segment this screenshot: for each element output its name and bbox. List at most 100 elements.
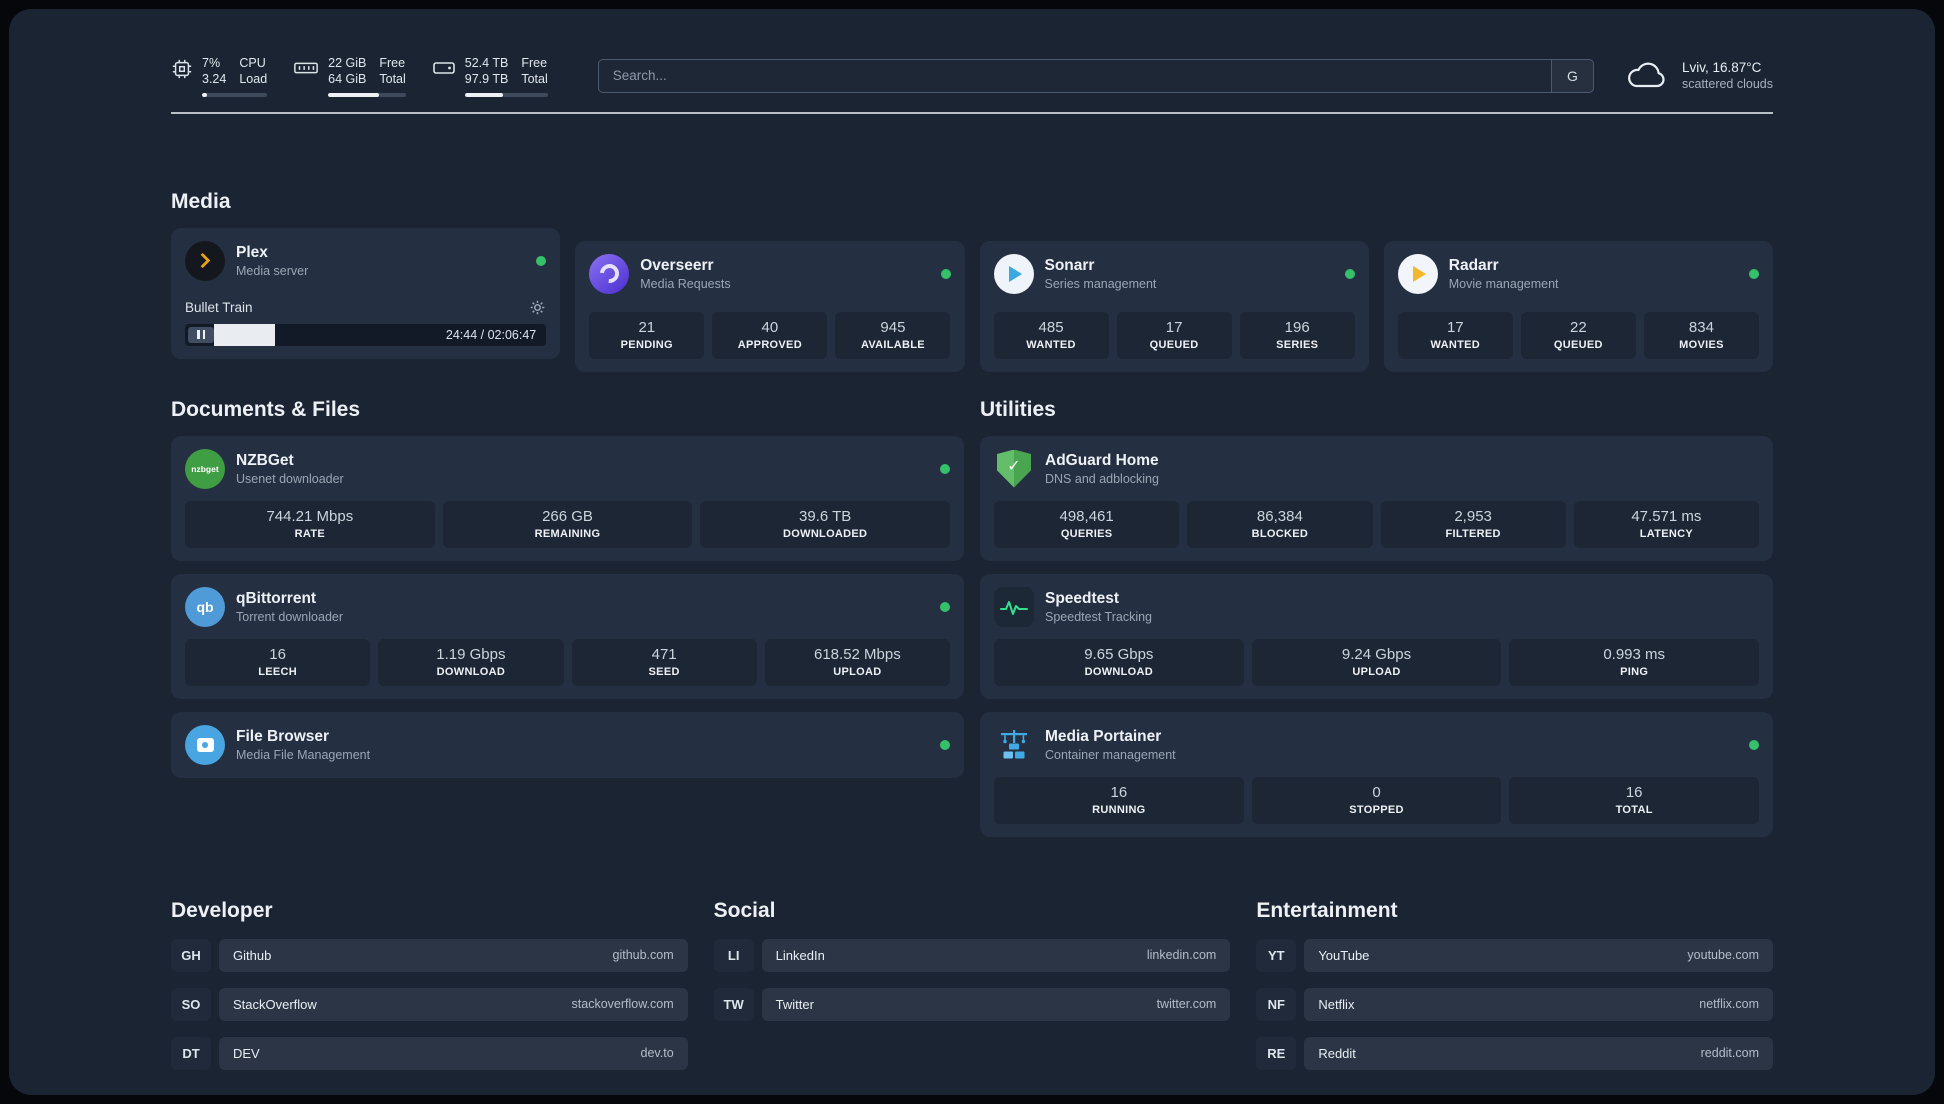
portainer-icon	[994, 725, 1034, 765]
app-name: Plex	[236, 243, 268, 261]
app-card-sonarr[interactable]: Sonarr Series management 485 WANTED 17 Q…	[979, 240, 1369, 372]
stat-label: DOWNLOADED	[783, 527, 868, 540]
bookmark-reddit[interactable]: RE Reddit reddit.com	[1256, 1036, 1773, 1070]
status-dot	[1749, 739, 1759, 750]
app-card-portainer[interactable]: Media Portainer Container management 16 …	[980, 711, 1773, 837]
stat-value: 1.19 Gbps	[436, 645, 506, 663]
weather-condition: scattered clouds	[1681, 77, 1773, 92]
stat-label: QUEUED	[1553, 338, 1603, 351]
bookmark-youtube[interactable]: YT YouTube youtube.com	[1256, 938, 1773, 972]
card-header: nzbget NZBGet Usenet downloader	[185, 448, 950, 489]
app-name: Sonarr	[1044, 256, 1095, 274]
bookmark-github[interactable]: GH Github github.com	[171, 938, 688, 972]
app-card-filebrowser[interactable]: File Browser Media File Management	[171, 711, 964, 778]
gear-icon	[530, 300, 545, 314]
bookmark-pill: Github github.com	[219, 938, 688, 972]
now-playing-title: Bullet Train	[185, 299, 253, 315]
bookmark-name: LinkedIn	[775, 947, 825, 963]
app-card-radarr[interactable]: Radarr Movie management 17 WANTED 22 QUE…	[1383, 240, 1773, 372]
bookmark-url: youtube.com	[1687, 948, 1759, 962]
stat-value: 21	[638, 318, 656, 336]
player-settings-button[interactable]	[529, 299, 546, 316]
app-desc: Speedtest Tracking	[1045, 609, 1153, 624]
stat-remaining: 266 GB REMAINING	[442, 500, 693, 548]
stat-upload: 9.24 Gbps UPLOAD	[1251, 638, 1502, 686]
section-title-documents: Documents & Files	[171, 397, 361, 421]
weather-widget: Lviv, 16.87°C scattered clouds	[1624, 60, 1773, 92]
bookmark-url: netflix.com	[1699, 997, 1759, 1011]
bookmark-pill: LinkedIn linkedin.com	[761, 938, 1231, 972]
app-desc: Series management	[1044, 276, 1157, 291]
stat-series: 196 SERIES	[1239, 311, 1355, 359]
bookmark-url: dev.to	[640, 1046, 674, 1060]
app-meta: Speedtest Speedtest Tracking	[1045, 590, 1152, 624]
app-meta: Overseerr Media Requests	[640, 257, 730, 291]
bookmark-initials: DT	[171, 1036, 211, 1070]
stat-label: UPLOAD	[833, 665, 882, 678]
stat-label: DOWNLOAD	[436, 665, 506, 678]
stat-label: MOVIES	[1679, 338, 1724, 351]
stats-row: 744.21 Mbps RATE 266 GB REMAINING 39.6 T…	[185, 500, 951, 548]
stat-label: AVAILABLE	[860, 338, 925, 351]
stat-leech: 16 LEECH	[185, 638, 371, 686]
app-card-speedtest[interactable]: Speedtest Speedtest Tracking 9.65 Gbps D…	[980, 573, 1773, 699]
cpu-label: CPU	[239, 56, 266, 70]
playback-progress-fill	[214, 323, 276, 346]
bookmark-netflix[interactable]: NF Netflix netflix.com	[1256, 987, 1773, 1021]
app-card-adguard[interactable]: ✓ AdGuard Home DNS and adblocking 498,46…	[980, 435, 1773, 561]
app-card-nzbget[interactable]: nzbget NZBGet Usenet downloader 744.21 M…	[171, 435, 964, 561]
stats-row: 9.65 Gbps DOWNLOAD 9.24 Gbps UPLOAD 0.99…	[994, 638, 1760, 686]
radarr-icon	[1397, 253, 1438, 294]
app-meta: AdGuard Home DNS and adblocking	[1045, 452, 1159, 486]
search-engine-button[interactable]: G	[1550, 59, 1593, 92]
stat-label: RUNNING	[1092, 803, 1146, 816]
stat-label: REMAINING	[534, 527, 601, 540]
bookmark-pill: DEV dev.to	[219, 1036, 688, 1070]
app-card-qbittorrent[interactable]: qb qBittorrent Torrent downloader 16 LEE…	[171, 573, 964, 699]
section-title-utilities: Utilities	[980, 397, 1056, 421]
stat-upload: 618.52 Mbps UPLOAD	[764, 638, 950, 686]
documents-cards: nzbget NZBGet Usenet downloader 744.21 M…	[171, 435, 964, 778]
disk-free-label: Free	[521, 56, 548, 70]
stat-total: 16 TOTAL	[1509, 776, 1760, 824]
ram-free-label: Free	[379, 56, 406, 70]
bookmark-initials: GH	[171, 938, 211, 972]
weather-location: Lviv, 16.87°C	[1681, 60, 1762, 76]
bookmark-dev[interactable]: DT DEV dev.to	[171, 1036, 688, 1070]
card-header: Media Portainer Container management	[994, 725, 1759, 765]
stat-latency: 47.571 ms LATENCY	[1573, 500, 1759, 548]
disk-total-label: Total	[521, 72, 548, 87]
playback-progress-bar[interactable]: 24:44 / 02:06:47	[185, 323, 547, 346]
bookmark-twitter[interactable]: TW Twitter twitter.com	[713, 987, 1231, 1021]
ram-total-label: Total	[379, 72, 406, 87]
bookmark-initials: YT	[1256, 938, 1297, 972]
app-card-plex[interactable]: Plex Media server Bullet Train 24:44 / 0…	[171, 227, 561, 359]
bookmark-pill: Twitter twitter.com	[761, 987, 1231, 1021]
stat-label: WANTED	[1430, 338, 1481, 351]
bookmark-stackoverflow[interactable]: SO StackOverflow stackoverflow.com	[171, 987, 688, 1021]
pause-button[interactable]	[188, 326, 214, 343]
app-meta: Sonarr Series management	[1045, 257, 1157, 291]
section-title-entertainment: Entertainment	[1256, 898, 1398, 922]
waveform-glyph	[1000, 600, 1028, 615]
filebrowser-icon	[185, 724, 225, 765]
disk-widget: 52.4 TB 97.9 TB Free Total	[432, 55, 548, 97]
card-header: Speedtest Speedtest Tracking	[994, 586, 1759, 627]
stat-stopped: 0 STOPPED	[1251, 776, 1502, 824]
app-meta: Plex Media server	[236, 244, 308, 278]
stat-value: 16	[1110, 783, 1128, 801]
stat-approved: 40 APPROVED	[712, 311, 828, 359]
stat-value: 47.571 ms	[1631, 507, 1702, 525]
ram-icon	[294, 62, 319, 74]
bookmark-name: Twitter	[775, 996, 814, 1012]
bookmark-linkedin[interactable]: LI LinkedIn linkedin.com	[713, 938, 1231, 972]
app-card-overseerr[interactable]: Overseerr Media Requests 21 PENDING 40 A…	[575, 240, 965, 372]
pause-icon	[202, 330, 205, 339]
adguard-icon: ✓	[994, 449, 1034, 489]
bookmark-name: Github	[233, 947, 272, 963]
search-input[interactable]	[598, 59, 1551, 92]
app-meta: qBittorrent Torrent downloader	[236, 590, 343, 624]
crane-glyph	[1001, 729, 1027, 758]
stat-ping: 0.993 ms PING	[1509, 638, 1760, 686]
overseerr-icon	[589, 253, 630, 294]
